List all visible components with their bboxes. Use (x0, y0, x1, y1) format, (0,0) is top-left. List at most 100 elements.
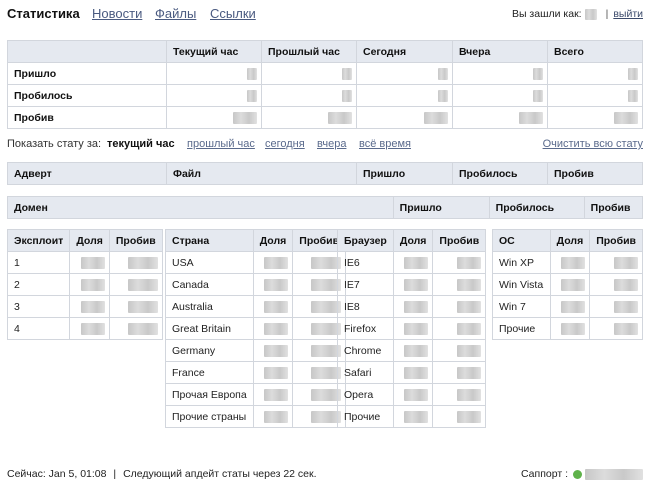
share-cell (392, 295, 434, 318)
summary-cell (166, 106, 262, 129)
domain-header-rate: Пробив (583, 196, 644, 219)
support-contact: Саппорт : (521, 468, 643, 480)
share-cell (549, 251, 591, 274)
summary-cell (452, 62, 548, 85)
footer-separator: | (113, 468, 117, 480)
browser-name: IE6 (337, 251, 394, 274)
os-name: Прочие (492, 317, 551, 340)
exploit-name: 4 (6, 317, 71, 340)
summary-cell (261, 106, 357, 129)
browser-table: Браузер Доля Пробив IE6 IE7 IE8 Firefox … (337, 229, 487, 428)
current-time: Сейчас: Jan 5, 01:08 (7, 468, 107, 480)
table-row: Canada (165, 273, 347, 296)
browser-name: Opera (337, 383, 394, 406)
share-cell (252, 295, 294, 318)
country-header-name: Страна (165, 229, 254, 252)
summary-cell (452, 84, 548, 107)
share-cell (392, 273, 434, 296)
summary-cell (356, 62, 453, 85)
top-header: Статистика Новости Файлы Ссылки Вы зашли… (7, 6, 643, 22)
country-header-share: Доля (252, 229, 294, 252)
country-name: France (165, 361, 254, 384)
summary-header-last-hour: Прошлый час (261, 40, 357, 63)
table-row: IE6 (337, 251, 487, 274)
nav-links-link[interactable]: Ссылки (210, 6, 256, 21)
country-name: Great Britain (165, 317, 254, 340)
stats-period-filter: Показать стату за: текущий час прошлый ч… (7, 138, 643, 152)
rate-cell (432, 295, 487, 318)
rate-cell (108, 317, 163, 340)
summary-header-yesterday: Вчера (452, 40, 548, 63)
share-cell (252, 405, 294, 428)
share-cell (549, 317, 591, 340)
rate-cell (589, 251, 643, 274)
browser-header-share: Доля (392, 229, 434, 252)
nav-news-link[interactable]: Новости (92, 6, 142, 21)
share-cell (252, 339, 294, 362)
clear-all-stats-link[interactable]: Очистить всю стату (543, 138, 643, 150)
summary-header-current-hour: Текущий час (166, 40, 262, 63)
os-header-rate: Пробив (589, 229, 643, 252)
page-title: Статистика (7, 6, 80, 21)
table-row: Пришло (7, 62, 643, 85)
rate-cell (432, 251, 487, 274)
summary-row-label: Пробив (7, 106, 167, 129)
summary-cell (356, 106, 453, 129)
exploit-table: Эксплоит Доля Пробив 1 2 3 4 (6, 229, 163, 340)
os-name: Win 7 (492, 295, 551, 318)
exploit-header-rate: Пробив (108, 229, 163, 252)
summary-table: Текущий час Прошлый час Сегодня Вчера Вс… (7, 40, 643, 129)
rate-cell (589, 295, 643, 318)
share-cell (252, 273, 294, 296)
table-row: Safari (337, 361, 487, 384)
summary-header-empty (7, 40, 167, 63)
exploit-header-share: Доля (69, 229, 110, 252)
exploit-name: 1 (6, 251, 71, 274)
nav-files-link[interactable]: Файлы (155, 6, 196, 21)
table-row: Пробив (7, 106, 643, 129)
rate-cell (432, 405, 487, 428)
header-separator: | (605, 8, 609, 20)
rate-cell (432, 383, 487, 406)
table-row: Firefox (337, 317, 487, 340)
os-name: Win XP (492, 251, 551, 274)
advert-header-file: Файл (166, 162, 357, 185)
browser-name: Firefox (337, 317, 394, 340)
share-cell (252, 383, 294, 406)
filter-yesterday-link[interactable]: вчера (317, 138, 346, 150)
filter-today-link[interactable]: сегодня (265, 138, 305, 150)
share-cell (69, 251, 110, 274)
table-row: IE7 (337, 273, 487, 296)
table-row: Germany (165, 339, 347, 362)
country-name: Australia (165, 295, 254, 318)
table-row: Win Vista (492, 273, 643, 296)
next-update-countdown: Следующий апдейт статы через 22 сек. (123, 468, 317, 480)
online-status-icon (573, 469, 582, 479)
os-table: ОС Доля Пробив Win XP Win Vista Win 7 Пр… (492, 229, 643, 340)
rate-cell (432, 339, 487, 362)
os-name: Win Vista (492, 273, 551, 296)
exploit-name: 3 (6, 295, 71, 318)
advert-header-came: Пришло (356, 162, 453, 185)
browser-name: IE7 (337, 273, 394, 296)
summary-cell (356, 84, 453, 107)
table-row: Прочие страны (165, 405, 347, 428)
summary-cell (547, 62, 643, 85)
table-row: Great Britain (165, 317, 347, 340)
username-redacted (584, 8, 597, 20)
summary-header-today: Сегодня (356, 40, 453, 63)
summary-cell (261, 84, 357, 107)
table-row: IE8 (337, 295, 487, 318)
table-row: Прочие (492, 317, 643, 340)
share-cell (392, 339, 434, 362)
filter-last-hour-link[interactable]: прошлый час (187, 138, 255, 150)
filter-all-time-link[interactable]: всё время (359, 138, 411, 150)
table-row: Australia (165, 295, 347, 318)
summary-row-label: Пришло (7, 62, 167, 85)
logout-link[interactable]: выйти (613, 8, 643, 20)
footer-status: Сейчас: Jan 5, 01:08 | Следующий апдейт … (7, 468, 643, 482)
share-cell (252, 361, 294, 384)
rate-cell (108, 295, 163, 318)
rate-cell (589, 273, 643, 296)
table-row: Пробилось (7, 84, 643, 107)
